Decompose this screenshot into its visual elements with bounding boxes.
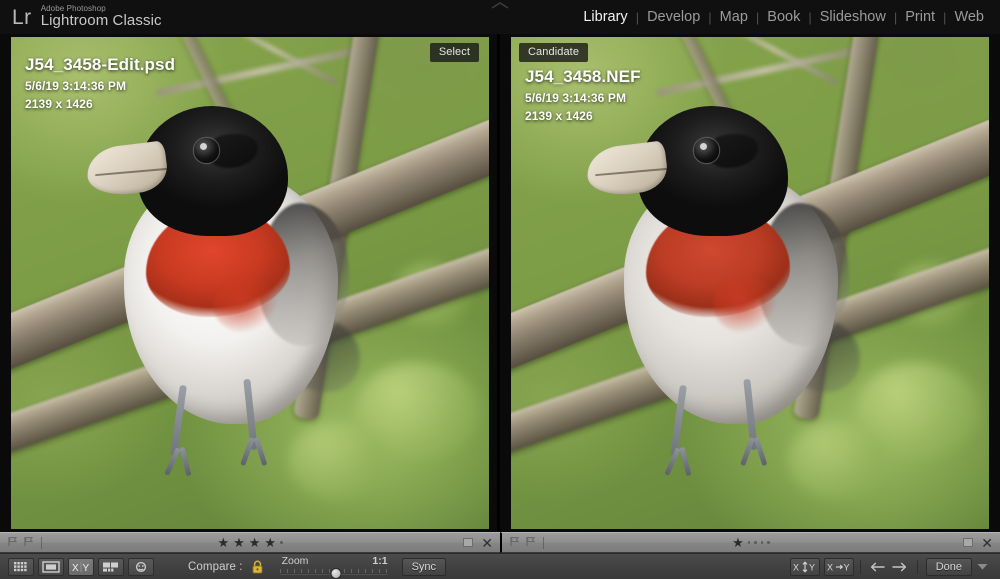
zoom-slider-group[interactable]: Zoom 1:1 bbox=[280, 554, 388, 579]
survey-view-icon[interactable] bbox=[98, 558, 124, 576]
select-info-overlay: J54_3458-Edit.psd 5/6/19 3:14:36 PM 2139… bbox=[25, 55, 175, 111]
star-empty[interactable] bbox=[761, 541, 764, 544]
candidate-pane[interactable]: Candidate J54_3458.NEF 5/6/19 3:14:36 PM… bbox=[500, 34, 1000, 532]
star-filled[interactable]: ★ bbox=[264, 536, 276, 549]
star-empty[interactable] bbox=[767, 541, 770, 544]
module-picker: Library | Develop | Map | Book | Slidesh… bbox=[575, 9, 1000, 25]
module-print[interactable]: Print bbox=[897, 9, 943, 25]
divider bbox=[41, 537, 42, 549]
star-empty[interactable] bbox=[748, 541, 751, 544]
flag-reject-icon[interactable] bbox=[525, 534, 536, 552]
star-filled[interactable]: ★ bbox=[249, 536, 261, 549]
view-mode-group: X Y bbox=[8, 558, 154, 576]
done-button[interactable]: Done bbox=[926, 558, 972, 576]
star-filled[interactable]: ★ bbox=[217, 536, 229, 549]
grid-view-icon[interactable] bbox=[8, 558, 34, 576]
select-dimensions: 2139 x 1426 bbox=[25, 97, 175, 111]
swap-xy-button[interactable]: X Y bbox=[790, 558, 820, 576]
candidate-rating-bar[interactable]: ★ ✕ bbox=[500, 532, 1000, 553]
loupe-view-icon[interactable] bbox=[38, 558, 64, 576]
svg-text:Y: Y bbox=[83, 563, 90, 573]
lock-closed-icon[interactable] bbox=[251, 560, 264, 574]
rating-bars: ★ ★ ★ ★ ✕ ★ bbox=[0, 532, 1000, 553]
make-select-button[interactable]: X Y bbox=[824, 558, 854, 576]
color-label-swatch[interactable] bbox=[963, 538, 973, 547]
star-filled[interactable]: ★ bbox=[732, 536, 744, 549]
zoom-slider[interactable] bbox=[280, 569, 388, 577]
brand-name: Lightroom Classic bbox=[41, 13, 162, 28]
module-library[interactable]: Library bbox=[575, 9, 635, 25]
lightroom-logo-icon: Lr bbox=[12, 8, 32, 29]
candidate-badge: Candidate bbox=[519, 43, 588, 62]
module-map[interactable]: Map bbox=[712, 9, 756, 25]
compare-actions-group: X Y X Y bbox=[790, 558, 854, 576]
previous-photo-button[interactable] bbox=[867, 558, 889, 576]
divider bbox=[543, 537, 544, 549]
divider bbox=[860, 560, 861, 574]
select-datetime: 5/6/19 3:14:36 PM bbox=[25, 79, 175, 93]
bird-eye bbox=[694, 138, 719, 162]
next-photo-button[interactable] bbox=[889, 558, 911, 576]
select-filename: J54_3458-Edit.psd bbox=[25, 55, 175, 75]
color-label-swatch[interactable] bbox=[463, 538, 473, 547]
select-flags bbox=[7, 534, 34, 552]
flag-pick-icon[interactable] bbox=[7, 534, 18, 552]
chevron-down-icon[interactable] bbox=[972, 558, 992, 576]
svg-text:Y: Y bbox=[809, 562, 815, 572]
bird-red-streak bbox=[713, 275, 777, 333]
bird-red-streak bbox=[213, 275, 277, 333]
module-slideshow[interactable]: Slideshow bbox=[812, 9, 894, 25]
people-view-icon[interactable] bbox=[128, 558, 154, 576]
flag-pick-icon[interactable] bbox=[509, 534, 520, 552]
candidate-flags bbox=[509, 534, 536, 552]
candidate-star-rating[interactable]: ★ bbox=[502, 533, 1000, 552]
candidate-datetime: 5/6/19 3:14:36 PM bbox=[525, 91, 641, 105]
svg-text:X: X bbox=[827, 562, 833, 572]
star-empty[interactable] bbox=[280, 541, 283, 544]
bird-subject bbox=[592, 106, 860, 431]
compare-label: Compare : bbox=[188, 561, 243, 573]
divider bbox=[917, 560, 918, 574]
bird-eye bbox=[194, 138, 219, 162]
app-brand: Lr Adobe Photoshop Lightroom Classic bbox=[0, 5, 162, 29]
candidate-info-overlay: J54_3458.NEF 5/6/19 3:14:36 PM 2139 x 14… bbox=[525, 67, 641, 123]
candidate-photo[interactable]: Candidate J54_3458.NEF 5/6/19 3:14:36 PM… bbox=[511, 37, 989, 529]
select-badge: Select bbox=[430, 43, 479, 62]
lightroom-window: Lr Adobe Photoshop Lightroom Classic Lib… bbox=[0, 0, 1000, 579]
top-panel-handle[interactable] bbox=[477, 0, 523, 10]
candidate-filename: J54_3458.NEF bbox=[525, 67, 641, 87]
select-star-rating[interactable]: ★ ★ ★ ★ bbox=[0, 533, 500, 552]
select-pane[interactable]: Select J54_3458-Edit.psd 5/6/19 3:14:36 … bbox=[0, 34, 500, 532]
zoom-label: Zoom bbox=[282, 555, 309, 567]
bokeh-leaf bbox=[288, 421, 384, 500]
zoom-ratio: 1:1 bbox=[372, 555, 387, 567]
star-filled[interactable]: ★ bbox=[233, 536, 245, 549]
compare-view-icon[interactable]: X Y bbox=[68, 558, 94, 576]
star-empty[interactable] bbox=[754, 541, 757, 544]
module-book[interactable]: Book bbox=[759, 9, 808, 25]
compare-stage: Select J54_3458-Edit.psd 5/6/19 3:14:36 … bbox=[0, 34, 1000, 532]
candidate-dimensions: 2139 x 1426 bbox=[525, 109, 641, 123]
module-develop[interactable]: Develop bbox=[639, 9, 708, 25]
select-photo[interactable]: Select J54_3458-Edit.psd 5/6/19 3:14:36 … bbox=[11, 37, 489, 529]
zoom-slider-thumb[interactable] bbox=[330, 568, 341, 579]
bottom-toolbar: X Y Comp bbox=[0, 553, 1000, 579]
svg-text:X: X bbox=[72, 563, 79, 573]
bokeh-leaf bbox=[788, 421, 884, 500]
svg-text:X: X bbox=[793, 562, 799, 572]
select-rating-bar[interactable]: ★ ★ ★ ★ ✕ bbox=[0, 532, 500, 553]
reject-x-icon[interactable]: ✕ bbox=[481, 536, 493, 550]
svg-text:Y: Y bbox=[843, 562, 849, 572]
bird-subject bbox=[92, 106, 360, 431]
sync-button[interactable]: Sync bbox=[402, 558, 446, 576]
module-web[interactable]: Web bbox=[946, 9, 992, 25]
flag-reject-icon[interactable] bbox=[23, 534, 34, 552]
reject-x-icon[interactable]: ✕ bbox=[981, 536, 993, 550]
